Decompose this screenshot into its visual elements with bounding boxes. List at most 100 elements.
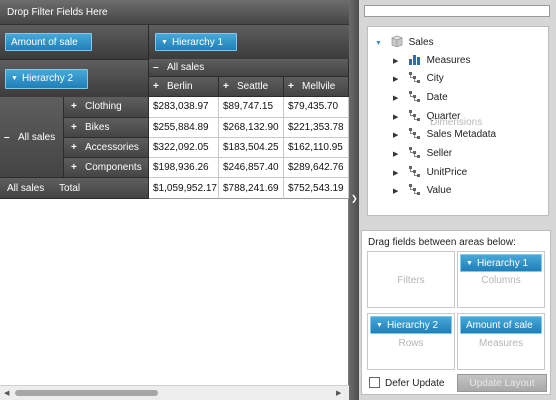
- total-row-header[interactable]: All sales Total: [0, 178, 149, 199]
- value-cell[interactable]: $221,353.78: [284, 118, 349, 138]
- defer-update-checkbox[interactable]: [369, 377, 380, 388]
- filter-triangle-icon[interactable]: ▼: [466, 260, 473, 267]
- row-header-label: Components: [85, 162, 142, 173]
- tree-item-sales-metadata[interactable]: ▶ Sales Metadata: [393, 127, 496, 141]
- total-cell[interactable]: $788,241.69: [219, 178, 284, 199]
- tree-item-label: Sales Metadata: [426, 129, 497, 140]
- collapsed-triangle-icon[interactable]: ▶: [393, 187, 405, 195]
- expanded-triangle-icon[interactable]: ▼: [375, 40, 387, 47]
- value-cell[interactable]: $289,642.76: [284, 158, 349, 178]
- column-header-mellvile[interactable]: + Mellvile: [284, 77, 349, 97]
- collapsed-triangle-icon[interactable]: ▶: [393, 75, 405, 83]
- chevron-right-icon[interactable]: ❯: [351, 194, 358, 203]
- filters-area[interactable]: Filters: [367, 251, 455, 308]
- collapsed-triangle-icon[interactable]: ▶: [393, 113, 405, 121]
- value-cell[interactable]: $89,747.15: [219, 97, 284, 118]
- defer-update-label: Defer Update: [385, 378, 445, 389]
- measures-area[interactable]: Amount of sale Measures: [457, 313, 545, 370]
- measures-area-field: Amount of sale: [466, 320, 533, 331]
- panel-splitter[interactable]: ❯: [349, 0, 359, 400]
- row-header-components[interactable]: + Components: [64, 158, 149, 178]
- tree-item-value[interactable]: ▶ Value: [393, 183, 451, 197]
- columns-area-chip[interactable]: ▼ Hierarchy 1: [460, 254, 542, 272]
- scrollbar-thumb[interactable]: [15, 390, 158, 396]
- collapsed-triangle-icon[interactable]: ▶: [393, 169, 405, 177]
- collapsed-triangle-icon[interactable]: ▶: [393, 94, 405, 102]
- value-cell[interactable]: $198,936.26: [149, 158, 219, 178]
- data-field-zone[interactable]: Amount of sale: [0, 25, 149, 59]
- column-field-chip[interactable]: ▼ Hierarchy 1: [155, 33, 237, 51]
- row-field-chip[interactable]: ▼ Hierarchy 2: [5, 69, 88, 89]
- hierarchy-icon: [408, 110, 420, 121]
- filter-triangle-icon[interactable]: ▼: [376, 322, 383, 329]
- expand-icon[interactable]: +: [153, 81, 163, 92]
- value-cell[interactable]: $268,132.90: [219, 118, 284, 138]
- collapsed-triangle-icon[interactable]: ▶: [393, 131, 405, 139]
- expand-icon[interactable]: +: [71, 162, 81, 173]
- expand-icon[interactable]: +: [223, 81, 233, 92]
- expand-icon[interactable]: +: [288, 81, 298, 92]
- row-group-label: All sales: [18, 132, 56, 143]
- value-cell[interactable]: $246,857.40: [219, 158, 284, 178]
- rows-area-field: Hierarchy 2: [386, 320, 439, 331]
- data-field-chip[interactable]: Amount of sale: [5, 33, 92, 51]
- scroll-left-icon[interactable]: ◀: [4, 389, 12, 397]
- horizontal-scrollbar[interactable]: ◀ ▶: [0, 385, 349, 400]
- hierarchy-icon: [408, 184, 420, 195]
- row-header-label: Bikes: [85, 122, 110, 133]
- tree-item-city[interactable]: ▶ City: [393, 71, 444, 85]
- columns-area-field: Hierarchy 1: [476, 258, 529, 269]
- expand-icon[interactable]: +: [71, 101, 81, 112]
- tree-item-measures[interactable]: ▶ Measures: [393, 53, 470, 67]
- columns-area[interactable]: ▼ Hierarchy 1 Columns: [457, 251, 545, 308]
- column-field-zone[interactable]: ▼ Hierarchy 1: [149, 25, 349, 59]
- filter-triangle-icon[interactable]: ▼: [161, 39, 168, 46]
- value-cell[interactable]: $283,038.97: [149, 97, 219, 118]
- filter-triangle-icon[interactable]: ▼: [11, 75, 18, 82]
- expand-icon[interactable]: +: [71, 122, 81, 133]
- tree-item-label: Measures: [426, 55, 471, 66]
- dimensions-ghost-label: Dimensions: [430, 117, 483, 128]
- row-header-clothing[interactable]: + Clothing: [64, 97, 149, 118]
- row-header-accessories[interactable]: + Accessories: [64, 138, 149, 158]
- tree-root-sales[interactable]: ▼ Sales: [375, 35, 434, 49]
- value-cell[interactable]: $162,110.95: [284, 138, 349, 158]
- value-cell[interactable]: $183,504.25: [219, 138, 284, 158]
- filter-drop-zone[interactable]: Drop Filter Fields Here: [0, 0, 349, 25]
- filter-zone-label: Drop Filter Fields Here: [7, 7, 108, 18]
- column-root-header[interactable]: – All sales: [149, 59, 349, 77]
- tree-item-date[interactable]: ▶ Date: [393, 90, 448, 104]
- tree-item-seller[interactable]: ▶ Seller: [393, 146, 452, 160]
- column-header-label: Seattle: [237, 81, 269, 92]
- collapsed-triangle-icon[interactable]: ▶: [393, 57, 405, 65]
- value-cell[interactable]: $322,092.05: [149, 138, 219, 158]
- data-field-label: Amount of sale: [11, 37, 78, 48]
- collapsed-triangle-icon[interactable]: ▶: [393, 150, 405, 158]
- rows-area-chip[interactable]: ▼ Hierarchy 2: [370, 316, 452, 334]
- row-group-header[interactable]: – All sales: [0, 97, 64, 178]
- collapse-icon[interactable]: –: [4, 132, 14, 143]
- tree-item-unitprice[interactable]: ▶ UnitPrice: [393, 165, 467, 179]
- rows-area[interactable]: ▼ Hierarchy 2 Rows: [367, 313, 455, 370]
- column-header-seattle[interactable]: + Seattle: [219, 77, 284, 97]
- total-cell[interactable]: $752,543.19: [284, 178, 349, 199]
- row-header-label: Accessories: [85, 142, 139, 153]
- measures-area-chip[interactable]: Amount of sale: [460, 316, 542, 334]
- areas-title: Drag fields between areas below:: [368, 237, 516, 248]
- row-header-label: Clothing: [85, 101, 122, 112]
- value-cell[interactable]: $255,884.89: [149, 118, 219, 138]
- field-search-input[interactable]: [364, 5, 550, 17]
- tree-item-label: Value: [426, 185, 452, 196]
- total-cell[interactable]: $1,059,952.17: [149, 178, 219, 199]
- column-header-berlin[interactable]: + Berlin: [149, 77, 219, 97]
- value-cell[interactable]: $79,435.70: [284, 97, 349, 118]
- collapse-icon[interactable]: –: [153, 62, 163, 73]
- columns-area-label: Columns: [481, 275, 521, 286]
- field-tree[interactable]: ▼ Sales ▶ Measures ▶ City ▶ Date ▶ Quart…: [367, 26, 549, 216]
- hierarchy-icon: [408, 128, 420, 139]
- scroll-right-icon[interactable]: ▶: [336, 389, 344, 397]
- row-field-zone[interactable]: ▼ Hierarchy 2: [0, 59, 149, 97]
- update-layout-button[interactable]: Update Layout: [457, 374, 547, 392]
- expand-icon[interactable]: +: [71, 142, 81, 153]
- row-header-bikes[interactable]: + Bikes: [64, 118, 149, 138]
